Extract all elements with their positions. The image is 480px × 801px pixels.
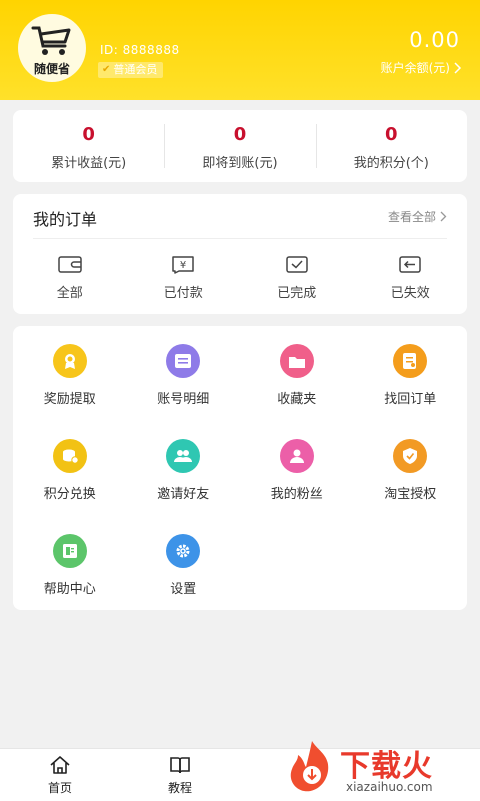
order-tab-completed[interactable]: 已完成 <box>240 250 354 301</box>
stat-total-earnings[interactable]: 0 累计收益(元) <box>13 110 164 182</box>
order-tab-label: 全部 <box>56 286 83 301</box>
cart-logo-icon <box>31 26 71 55</box>
grid-item-taobao-authorize[interactable]: 淘宝授权 <box>354 439 468 534</box>
view-all-orders-link[interactable]: 查看全部 <box>388 208 447 225</box>
feature-grid: 奖励提取 账号明细 收藏夹 找回订单 积分兑换 邀请好友 我的粉丝 淘宝授权 帮… <box>13 344 467 629</box>
order-tab-paid[interactable]: ¥ 已付款 <box>127 250 241 301</box>
member-check-icon: ✔ <box>102 64 111 75</box>
watermark-url: xiazaihuo.com <box>346 780 433 794</box>
grid-item-label: 淘宝授权 <box>384 487 437 502</box>
return-icon <box>399 256 421 273</box>
settings-icon <box>166 534 201 568</box>
grid-item-label: 积分兑换 <box>43 487 96 502</box>
order-find-icon <box>393 344 428 378</box>
grid-item-label: 收藏夹 <box>277 392 317 407</box>
order-tab-label: 已失效 <box>390 286 430 301</box>
nav-item-tutorial[interactable]: 教程 <box>150 755 210 796</box>
user-id-label: ID: <box>100 43 119 57</box>
stat-label: 即将到账(元) <box>202 156 278 171</box>
watermark-text: 下载火 <box>340 749 433 784</box>
grid-item-invite-friends[interactable]: 邀请好友 <box>127 439 241 534</box>
user-id: ID: 8888888 <box>100 43 180 57</box>
help-icon <box>52 534 87 568</box>
grid-item-favorites[interactable]: 收藏夹 <box>240 344 354 439</box>
grid-item-label: 邀请好友 <box>157 487 210 502</box>
friends-icon <box>166 439 201 473</box>
book-icon <box>170 757 190 774</box>
stat-pending-earnings[interactable]: 0 即将到账(元) <box>164 110 315 182</box>
member-level-badge: ✔ 普通会员 <box>98 62 164 78</box>
balance-label: 账户余额(元) <box>380 61 450 75</box>
grid-item-reward-withdraw[interactable]: 奖励提取 <box>13 344 127 439</box>
grid-item-label: 设置 <box>170 582 197 597</box>
stat-value: 0 <box>82 124 95 145</box>
member-level-label: 普通会员 <box>113 63 158 76</box>
authorize-icon <box>393 439 428 473</box>
balance-amount[interactable]: 0.00 <box>409 28 460 52</box>
grid-item-label: 账号明细 <box>157 392 210 407</box>
order-tab-all[interactable]: 全部 <box>13 250 127 301</box>
grid-item-label: 奖励提取 <box>43 392 96 407</box>
feature-grid-card: 奖励提取 账号明细 收藏夹 找回订单 积分兑换 邀请好友 我的粉丝 淘宝授权 帮… <box>13 326 467 610</box>
svg-text:¥: ¥ <box>180 260 186 271</box>
stat-label: 我的积分(个) <box>353 156 429 171</box>
grid-item-points-exchange[interactable]: 积分兑换 <box>13 439 127 534</box>
stat-label: 累计收益(元) <box>51 156 127 171</box>
orders-header: 我的订单 查看全部 <box>33 194 447 239</box>
check-icon <box>286 256 308 273</box>
app-logo: 随便省 <box>18 14 86 82</box>
wallet-icon <box>58 256 82 273</box>
order-status-row: 全部 ¥ 已付款 已完成 已失效 <box>13 250 467 301</box>
grid-item-help-center[interactable]: 帮助中心 <box>13 534 127 629</box>
stat-value: 0 <box>385 124 398 145</box>
order-tab-label: 已完成 <box>277 286 317 301</box>
grid-item-account-detail[interactable]: 账号明细 <box>127 344 241 439</box>
stat-my-points[interactable]: 0 我的积分(个) <box>315 110 467 182</box>
chevron-right-icon <box>440 211 447 222</box>
grid-item-my-fans[interactable]: 我的粉丝 <box>240 439 354 534</box>
orders-title: 我的订单 <box>33 210 98 229</box>
site-watermark: 下载火 xiazaihuo.com <box>280 735 480 800</box>
account-detail-icon <box>166 344 201 378</box>
home-icon <box>50 756 70 774</box>
nav-label: 首页 <box>47 781 72 795</box>
my-orders-card: 我的订单 查看全部 全部 ¥ 已付款 已完成 已失效 <box>13 194 467 314</box>
reward-icon <box>52 344 87 378</box>
nav-item-home[interactable]: 首页 <box>30 755 90 796</box>
grid-item-label: 我的粉丝 <box>270 487 323 502</box>
grid-item-label: 帮助中心 <box>43 582 96 597</box>
grid-item-settings[interactable]: 设置 <box>127 534 241 629</box>
view-all-label: 查看全部 <box>387 210 436 224</box>
yen-icon: ¥ <box>172 256 194 274</box>
chevron-right-icon <box>454 61 462 74</box>
order-tab-expired[interactable]: 已失效 <box>354 250 468 301</box>
grid-item-find-order[interactable]: 找回订单 <box>354 344 468 439</box>
profile-header: 随便省 ID: 8888888 ✔ 普通会员 0.00 账户余额(元) <box>0 0 480 100</box>
flame-logo-icon <box>290 741 329 792</box>
balance-link[interactable]: 账户余额(元) <box>381 59 462 76</box>
user-id-value: 8888888 <box>122 43 180 57</box>
earnings-stats-card: 0 累计收益(元) 0 即将到账(元) 0 我的积分(个) <box>13 110 467 182</box>
grid-item-label: 找回订单 <box>384 392 437 407</box>
fans-icon <box>279 439 314 473</box>
folder-icon <box>279 344 314 378</box>
coins-icon <box>52 439 87 473</box>
nav-label: 教程 <box>167 781 192 795</box>
stat-value: 0 <box>233 124 247 145</box>
order-tab-label: 已付款 <box>163 286 203 301</box>
logo-text: 随便省 <box>33 62 70 76</box>
